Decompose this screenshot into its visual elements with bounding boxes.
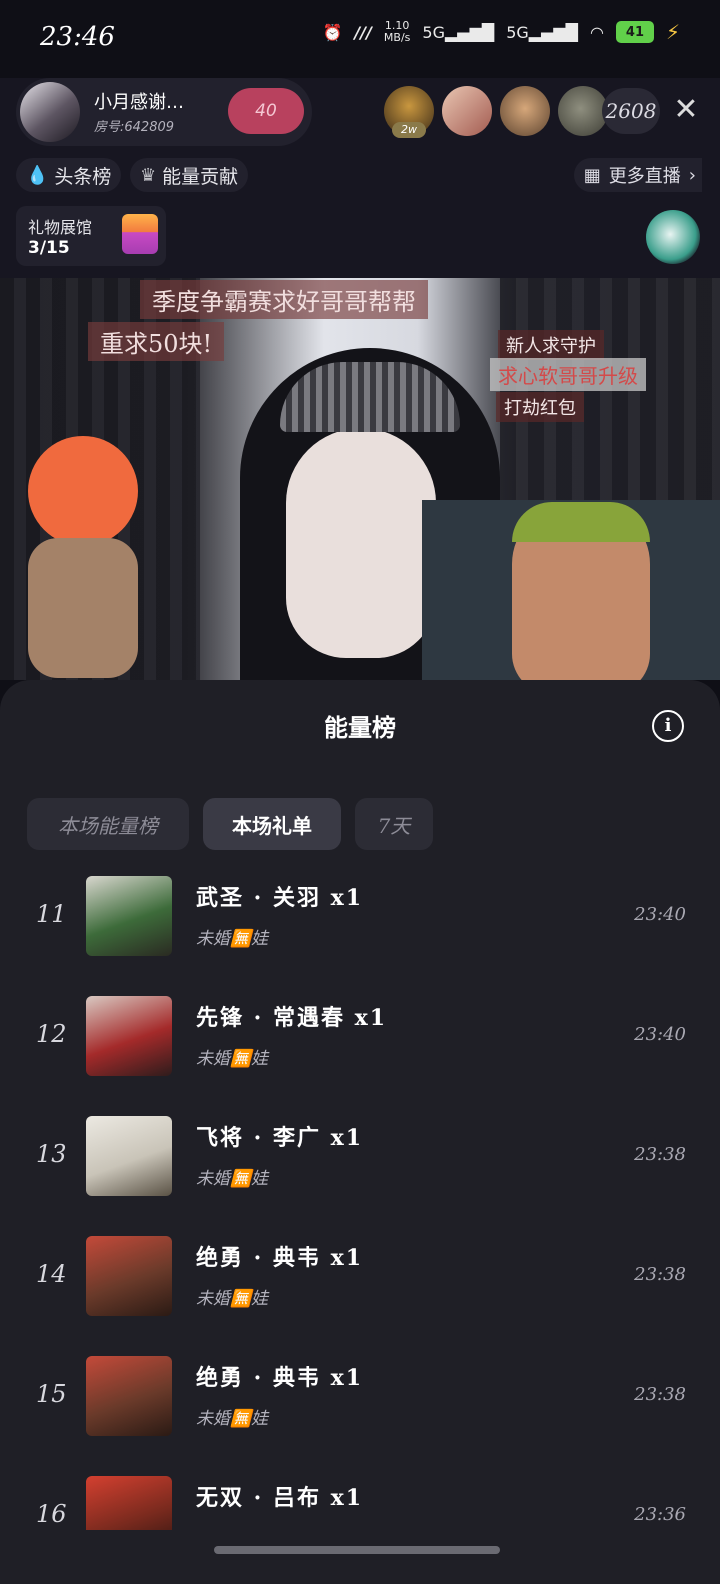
room-number: 房号:642809 (94, 120, 175, 135)
battery-icon: 41 (615, 21, 654, 43)
viewer-avatar[interactable] (442, 86, 492, 136)
live-stream-video[interactable]: 季度争霸赛求好哥哥帮帮 重求50块! 新人求守护 求心软哥哥升级 打劫红包 (0, 278, 720, 680)
gift-name: 绝勇 · 典韦 x1 (196, 1245, 364, 1271)
home-indicator[interactable] (214, 1546, 500, 1554)
sender-name: 未婚🈚娃 (196, 929, 269, 949)
more-live-label: 更多直播 (608, 166, 681, 187)
heart-level-button[interactable]: 40 (228, 88, 304, 134)
list-item[interactable]: 14 绝勇 · 典韦 x1 未婚🈚娃 23:38 (0, 1236, 720, 1356)
energy-contribution-label: 能量贡献 (162, 165, 239, 188)
energy-contribution-button[interactable]: ♛ 能量贡献 (130, 158, 249, 192)
live-header: 小月感谢… 房号:642809 40 2w 2608 ✕ 💧 头条榜 ♛ 能量贡… (0, 78, 720, 278)
streamer-face (286, 428, 436, 658)
viewer-avatars: 2w (384, 86, 608, 138)
gift-thumbnail (86, 1236, 172, 1316)
gift-time: 23:38 (634, 1144, 686, 1165)
viewer-count[interactable]: 2608 (602, 88, 660, 134)
stream-banner-right-1: 新人求守护 (498, 330, 604, 360)
more-live-button[interactable]: ▦ 更多直播 › (573, 158, 702, 192)
alarm-icon: ⏰ (322, 22, 343, 42)
network-speed: 1.10 MB/s (383, 19, 411, 44)
sender-name: 未婚🈚娃 (196, 1049, 269, 1069)
info-icon[interactable]: i (652, 710, 684, 742)
headline-rank-button[interactable]: 💧 头条榜 (16, 158, 122, 192)
gift-name: 先锋 · 常遇春 x1 (196, 1005, 388, 1031)
viewer-avatar[interactable] (500, 86, 550, 136)
rank-number: 13 (36, 1140, 67, 1168)
rank-number: 15 (36, 1380, 67, 1408)
signal-icon-2: 5G▂▄▆█ (506, 22, 578, 42)
viewer-avatar[interactable]: 2w (384, 86, 434, 138)
host-card[interactable]: 小月感谢… 房号:642809 40 (16, 78, 312, 146)
gift-name: 无双 · 吕布 x1 (196, 1485, 364, 1511)
gift-time: 23:38 (634, 1264, 686, 1285)
gift-hall-count: 3/15 (28, 238, 70, 258)
viewer-avatar[interactable] (558, 86, 608, 136)
stream-banner-left: 重求50块! (88, 322, 225, 361)
list-item[interactable]: 11 武圣 · 关羽 x1 未婚🈚娃 23:40 (0, 876, 720, 996)
rank-number: 14 (36, 1260, 67, 1288)
stream-banner-top: 季度争霸赛求好哥哥帮帮 (140, 280, 428, 319)
list-item[interactable]: 15 绝勇 · 典韦 x1 未婚🈚娃 23:38 (0, 1356, 720, 1476)
gift-thumbnail (86, 876, 172, 956)
crown-icon: ♛ (140, 164, 157, 186)
list-item[interactable]: 12 先锋 · 常遇春 x1 未婚🈚娃 23:40 (0, 996, 720, 1116)
list-item[interactable]: 13 飞将 · 李广 x1 未婚🈚娃 23:38 (0, 1116, 720, 1236)
charging-icon: ⚡ (665, 20, 680, 44)
headline-rank-label: 头条榜 (54, 165, 112, 188)
gift-box-icon (122, 214, 158, 254)
gift-thumbnail (86, 996, 172, 1076)
sheet-title: 能量榜 (324, 713, 396, 742)
carrier-icon: /// (354, 22, 372, 42)
grid-icon: ▦ (583, 164, 601, 186)
heart-level: 40 (255, 101, 277, 121)
sender-name: 未婚🈚娃 (196, 1169, 269, 1189)
gift-hall-title: 礼物展馆 (28, 218, 93, 237)
tab-session-energy[interactable]: 本场能量榜 (27, 798, 189, 850)
rank-number: 16 (36, 1500, 67, 1528)
gift-thumbnail (86, 1116, 172, 1196)
gift-thumbnail (86, 1476, 172, 1530)
host-avatar[interactable] (20, 82, 80, 142)
clock: 23:46 (40, 22, 115, 52)
status-icons: ⏰ /// 1.10 MB/s 5G▂▄▆█ 5G▂▄▆█ ◠ 41 ⚡ (322, 19, 680, 45)
drop-icon: 💧 (26, 164, 49, 186)
gift-hall-button[interactable]: 礼物展馆 3/15 (16, 206, 166, 266)
rank-number: 11 (36, 900, 67, 928)
status-bar: 23:46 ⏰ /// 1.10 MB/s 5G▂▄▆█ 5G▂▄▆█ ◠ 41… (0, 0, 720, 78)
rank-number: 12 (36, 1020, 67, 1048)
stream-banner-right-3: 打劫红包 (496, 392, 584, 422)
close-icon[interactable]: ✕ (668, 92, 704, 128)
list-item[interactable]: 16 无双 · 吕布 x1 23:36 (0, 1476, 720, 1530)
gift-thumbnail (86, 1356, 172, 1436)
wifi-icon: ◠ (589, 22, 604, 42)
stream-banner-right-2: 求心软哥哥升级 (490, 358, 646, 391)
sender-name: 未婚🈚娃 (196, 1409, 269, 1429)
plush-toy (4, 428, 154, 678)
chevron-right-icon: › (688, 164, 696, 186)
mascot-icon[interactable] (646, 210, 700, 264)
gift-time: 23:40 (634, 1024, 686, 1045)
gift-time: 23:36 (634, 1504, 686, 1525)
pip-video[interactable] (422, 500, 720, 680)
tab-7-days[interactable]: 7天 (355, 798, 433, 850)
gift-name: 飞将 · 李广 x1 (196, 1125, 364, 1151)
viewer-badge: 2w (392, 122, 426, 138)
gift-time: 23:40 (634, 904, 686, 925)
host-name: 小月感谢… (94, 92, 184, 113)
sender-name: 未婚🈚娃 (196, 1289, 269, 1309)
tiara (280, 362, 460, 432)
gift-time: 23:38 (634, 1384, 686, 1405)
gift-name: 绝勇 · 典韦 x1 (196, 1365, 364, 1391)
energy-ranking-sheet: 能量榜 i 本场能量榜 本场礼单 7天 11 武圣 · 关羽 x1 未婚🈚娃 2… (0, 680, 720, 1584)
sheet-tabs: 本场能量榜 本场礼单 7天 (27, 798, 433, 850)
signal-icon-1: 5G▂▄▆█ (422, 22, 495, 42)
tab-session-gifts[interactable]: 本场礼单 (203, 798, 341, 850)
gift-name: 武圣 · 关羽 x1 (196, 885, 364, 911)
